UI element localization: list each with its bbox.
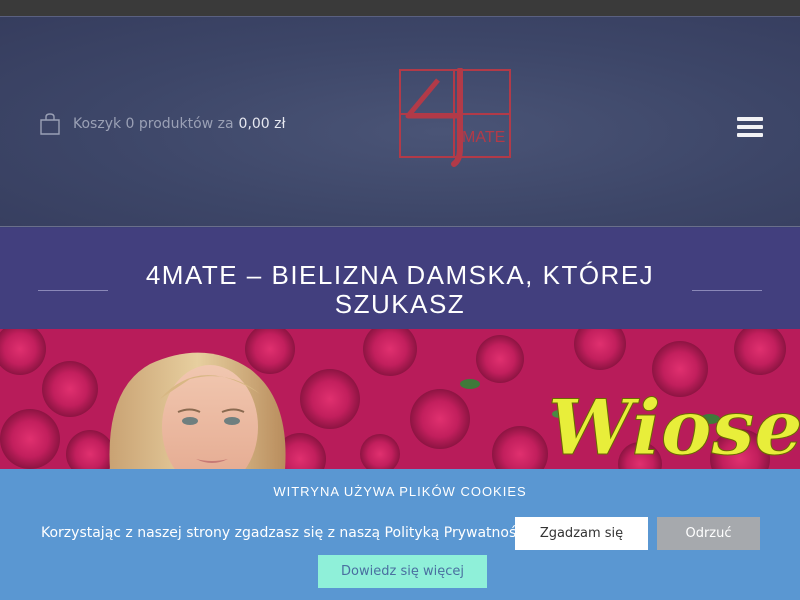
cart-summary[interactable]: Koszyk 0 produktów za 0,00 zł <box>40 110 286 138</box>
title-band: 4MATE – BIELIZNA DAMSKA, KTÓREJ SZUKASZ <box>0 228 800 329</box>
hero-image: Wiosen <box>0 329 800 470</box>
cookie-text: Korzystając z naszej strony zgadzasz się… <box>41 525 533 541</box>
hero-banner-text: Wiosen <box>548 383 800 470</box>
title-divider-right <box>692 290 762 291</box>
hamburger-menu-icon[interactable] <box>737 117 763 141</box>
cookie-notice: WITRYNA UŻYWA PLIKÓW COOKIES Korzystając… <box>0 469 800 600</box>
title-divider-left <box>38 290 108 291</box>
cart-label: Koszyk 0 produktów za <box>73 116 234 132</box>
site-logo[interactable]: MATE <box>398 68 512 168</box>
shopping-bag-icon <box>40 113 60 135</box>
site-header: Koszyk 0 produktów za 0,00 zł MATE <box>0 16 800 227</box>
top-bar <box>0 0 800 16</box>
page-title: 4MATE – BIELIZNA DAMSKA, KTÓREJ SZUKASZ <box>145 260 655 319</box>
reject-cookies-button[interactable]: Odrzuć <box>657 517 760 550</box>
accept-cookies-button[interactable]: Zgadzam się <box>515 517 648 550</box>
cart-total: 0,00 zł <box>238 116 286 132</box>
learn-more-button[interactable]: Dowiedz się więcej <box>318 555 487 588</box>
cookie-title: WITRYNA UŻYWA PLIKÓW COOKIES <box>273 484 527 499</box>
hero-banner[interactable]: Wiosen <box>0 329 800 470</box>
logo-text: MATE <box>462 129 505 146</box>
